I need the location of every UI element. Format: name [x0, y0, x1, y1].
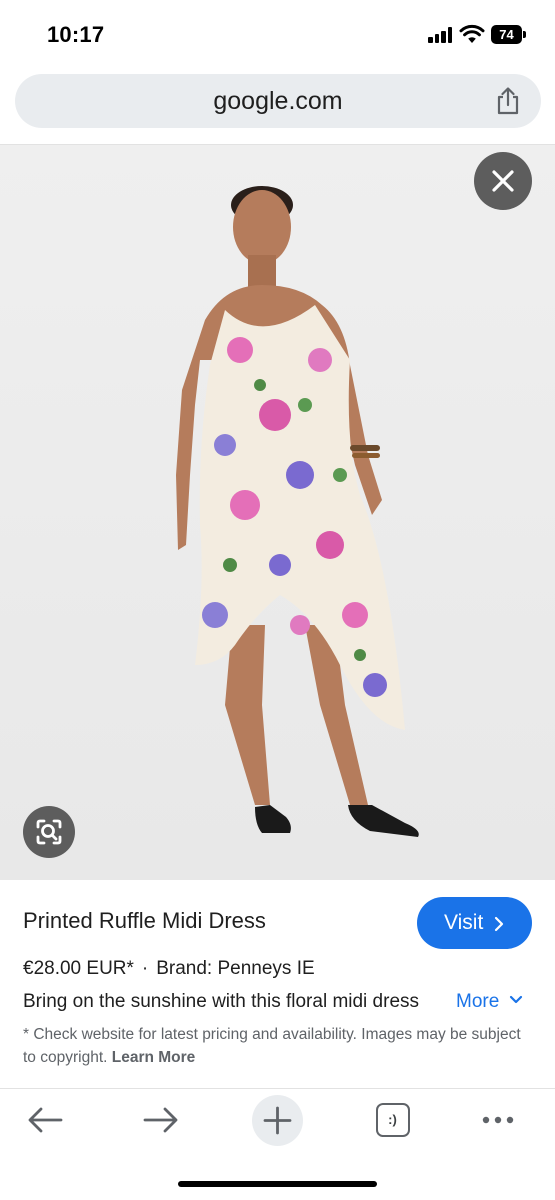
battery-icon: 74: [491, 25, 527, 44]
tabs-icon-label: :): [388, 1112, 397, 1127]
google-lens-button[interactable]: [23, 806, 75, 858]
chevron-right-icon: [494, 916, 504, 932]
product-description: Bring on the sunshine with this floral m…: [23, 991, 420, 1012]
product-title[interactable]: Printed Ruffle Midi Dress: [23, 908, 266, 934]
more-button[interactable]: More: [456, 991, 523, 1013]
status-bar: 10:17 74: [0, 0, 555, 68]
home-indicator: [178, 1181, 377, 1187]
address-bar[interactable]: google.com: [15, 74, 541, 128]
plus-icon: [263, 1106, 292, 1135]
close-button[interactable]: [474, 152, 532, 210]
tab-switcher-button[interactable]: :): [376, 1103, 410, 1137]
price-brand-line: €28.00 EUR* · Brand: Penneys IE: [23, 958, 315, 980]
cellular-signal-icon: [428, 27, 454, 43]
chevron-down-icon: [509, 995, 522, 1004]
product-image[interactable]: [0, 145, 555, 880]
url-text[interactable]: google.com: [15, 74, 541, 128]
learn-more-link[interactable]: Learn More: [112, 1049, 196, 1066]
visit-button[interactable]: Visit: [417, 897, 532, 949]
price: €28.00 EUR*: [23, 958, 134, 979]
wifi-icon: [459, 24, 485, 43]
more-label: More: [456, 991, 500, 1012]
status-time: 10:17: [47, 22, 105, 47]
lens-icon: [36, 819, 62, 845]
close-icon: [492, 170, 514, 192]
disclaimer: * Check website for latest pricing and a…: [23, 1023, 533, 1069]
disclaimer-text: * Check website for latest pricing and a…: [23, 1026, 521, 1066]
brand: Brand: Penneys IE: [156, 958, 315, 979]
separator: ·: [141, 958, 149, 979]
product-photo-illustration: [0, 145, 555, 880]
share-icon[interactable]: [495, 87, 521, 115]
battery-level: 74: [499, 27, 514, 42]
divider: [0, 1088, 555, 1089]
back-arrow-icon[interactable]: [21, 1096, 69, 1144]
new-tab-button[interactable]: [252, 1095, 303, 1146]
visit-label: Visit: [444, 911, 484, 934]
more-options-icon[interactable]: [474, 1096, 522, 1144]
forward-arrow-icon[interactable]: [137, 1096, 185, 1144]
